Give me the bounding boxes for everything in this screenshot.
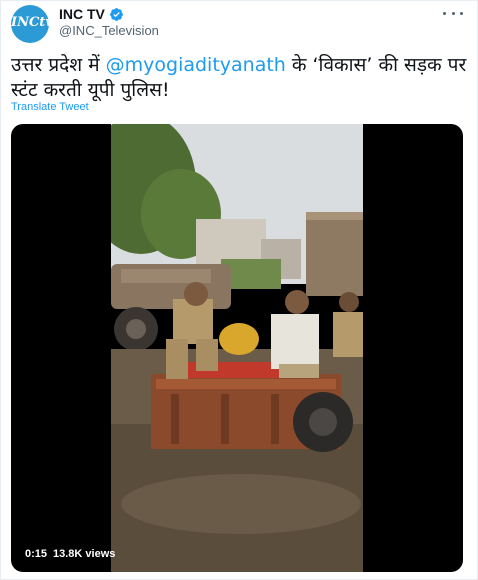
video-view-count: 13.8K views: [53, 548, 116, 560]
video-player[interactable]: 0:15 13.8K views: [11, 124, 463, 572]
mention-link[interactable]: @myogiadityanath: [106, 54, 286, 76]
verified-badge-icon: [109, 7, 123, 21]
avatar[interactable]: INCtv: [11, 5, 49, 43]
avatar-logo-text: INCtv: [11, 15, 49, 30]
video-frame[interactable]: [111, 124, 363, 572]
video-still-image: [111, 124, 363, 572]
tweet-text-before: उत्तर प्रदेश में: [11, 54, 106, 76]
translate-tweet-link[interactable]: Translate Tweet: [11, 101, 89, 113]
author-name-row: INC TV: [59, 5, 124, 23]
tweet-text: उत्तर प्रदेश में @myogiadityanath के ‘वि…: [11, 53, 467, 103]
author-handle[interactable]: @INC_Television: [59, 23, 159, 38]
tweet-card: INCtv INC TV @INC_Television उत्तर प्रदे…: [0, 0, 478, 580]
author-display-name[interactable]: INC TV: [59, 6, 105, 22]
more-options-icon[interactable]: [443, 5, 463, 21]
video-duration: 0:15: [25, 548, 48, 560]
